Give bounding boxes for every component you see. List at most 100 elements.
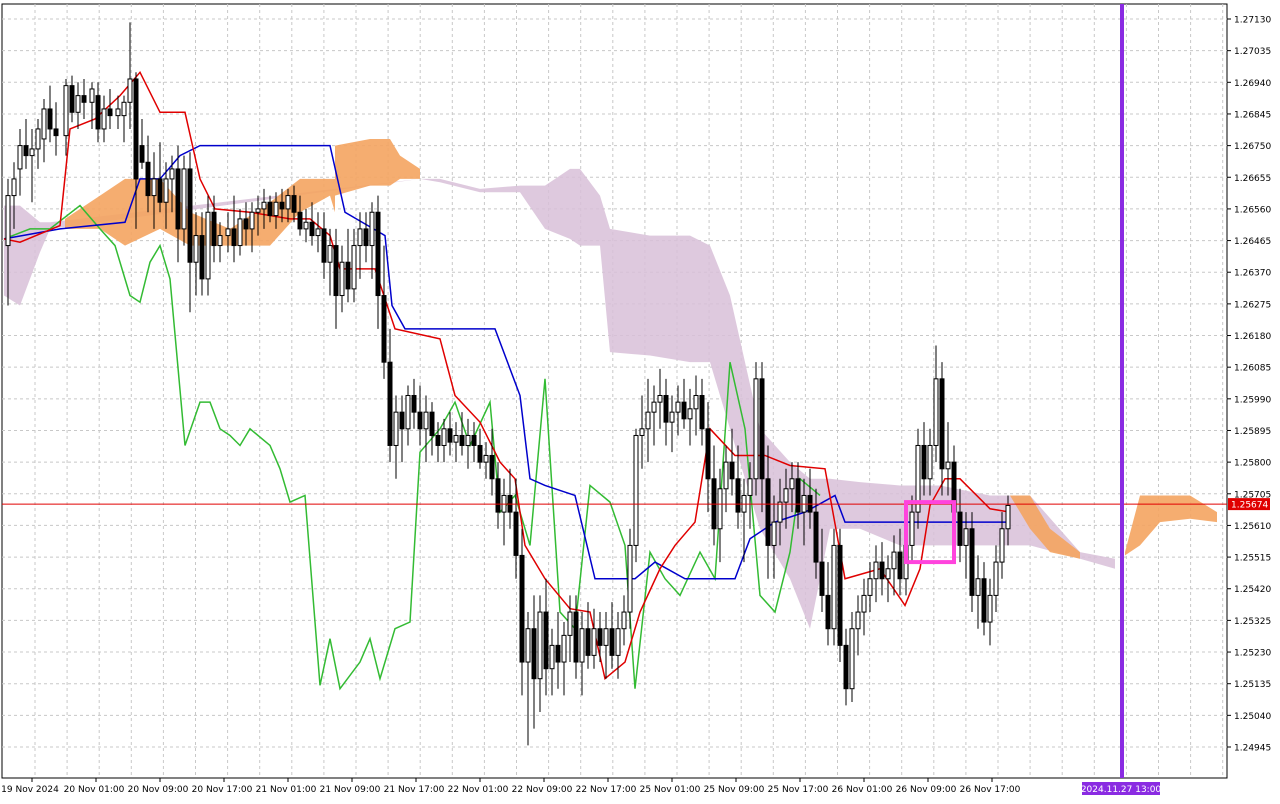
candle-body [327, 245, 333, 263]
candle-body [597, 628, 603, 646]
y-tick-label: 1.26750 [1234, 142, 1271, 152]
candle-body [63, 85, 69, 137]
candle-body [477, 444, 483, 463]
candle-body [657, 394, 663, 403]
candle-body [699, 394, 705, 430]
candle-body [843, 644, 849, 690]
candle-body [909, 511, 915, 546]
candle-body [393, 411, 399, 446]
x-tick-label: 19 Nov 2024 [1, 785, 59, 795]
chart-canvas[interactable]: 1.27130 1.27035 1.26940 1.26845 1.26750 1.266… [0, 0, 1280, 800]
candle-body [939, 378, 945, 470]
candle-body [405, 394, 411, 430]
candle-body [813, 511, 819, 563]
candle-body [921, 444, 927, 480]
candle-body [447, 428, 453, 443]
candle-body [411, 394, 417, 413]
price-label: 1.25674 [1231, 501, 1268, 511]
candle-body [855, 611, 861, 630]
candle-body [69, 85, 75, 113]
candle-body [75, 95, 81, 113]
candle-body [717, 488, 723, 530]
candle-body [861, 594, 867, 613]
y-tick-label: 1.25800 [1234, 459, 1271, 469]
candle-body [849, 628, 855, 690]
candle-body [981, 578, 987, 623]
candle-body [831, 544, 837, 630]
y-tick-label: 1.26940 [1234, 79, 1271, 89]
candle-body [579, 628, 585, 663]
candle-body [975, 578, 981, 596]
candle-body [771, 521, 777, 546]
candle-body [199, 235, 205, 280]
candle-body [705, 428, 711, 480]
candle-body [345, 261, 351, 290]
candle-body [969, 528, 975, 596]
candle-body [291, 195, 297, 213]
candle-body [163, 178, 169, 203]
candle-body [211, 211, 217, 247]
candle-body [107, 108, 113, 117]
candle-body [693, 394, 699, 410]
candle-body [639, 428, 645, 436]
candle-body [81, 95, 87, 103]
candle-body [29, 148, 35, 157]
candle-body [519, 554, 525, 663]
candle-body [157, 178, 163, 203]
candle-body [963, 528, 969, 546]
y-tick-label: 1.25610 [1234, 522, 1271, 532]
candle-body [23, 145, 29, 157]
candle-body [453, 434, 459, 443]
candle-body [255, 208, 261, 213]
candle-body [279, 201, 285, 210]
y-tick-label: 1.27130 [1234, 16, 1271, 26]
grid [1, 3, 1228, 779]
x-tick-label: 25 Nov 09:00 [704, 785, 765, 795]
x-tick-label: 20 Nov 01:00 [64, 785, 125, 795]
candle-body [217, 235, 223, 247]
candle-body [837, 544, 843, 646]
candle-body [789, 478, 795, 490]
y-tick-label: 1.26465 [1234, 237, 1271, 247]
x-tick-label: 20 Nov 09:00 [128, 785, 189, 795]
candle-body [205, 211, 211, 280]
candle-body [759, 378, 765, 480]
candle-body [127, 78, 133, 103]
candle-body [819, 561, 825, 596]
candle-body [591, 628, 597, 656]
candle-body [573, 611, 579, 663]
candle-body [465, 434, 471, 446]
candle-body [537, 611, 543, 680]
ichimoku-chart[interactable]: 1.27130 1.27035 1.26940 1.26845 1.26750 1.266… [0, 0, 1280, 800]
candle-body [381, 295, 387, 363]
candle-body [357, 228, 363, 247]
candle-body [145, 161, 151, 197]
y-tick-label: 1.26085 [1234, 364, 1271, 374]
candle-body [957, 511, 963, 546]
candle-body [435, 434, 441, 446]
candle-body [333, 245, 339, 297]
y-tick-label: 1.25325 [1234, 617, 1271, 627]
candle-body [609, 628, 615, 656]
candle-body [885, 568, 891, 580]
y-tick-label: 1.25040 [1234, 712, 1271, 722]
candle-body [651, 401, 657, 413]
candle-body [765, 478, 771, 546]
candle-body [531, 628, 537, 680]
candle-body [375, 211, 381, 297]
candle-body [417, 411, 423, 430]
candle-body [95, 95, 101, 130]
candle-body [549, 644, 555, 670]
candle-body [645, 411, 651, 430]
candle-body [321, 228, 327, 263]
candle-body [133, 78, 139, 180]
candle-body [615, 628, 621, 656]
candle-body [273, 201, 279, 217]
candle-body [429, 411, 435, 436]
candle-body [237, 218, 243, 247]
x-tick-label: 25 Nov 17:00 [768, 785, 829, 795]
candle-body [169, 168, 175, 180]
candle-body [399, 411, 405, 430]
candle-body [11, 178, 17, 197]
candle-body [41, 108, 47, 140]
